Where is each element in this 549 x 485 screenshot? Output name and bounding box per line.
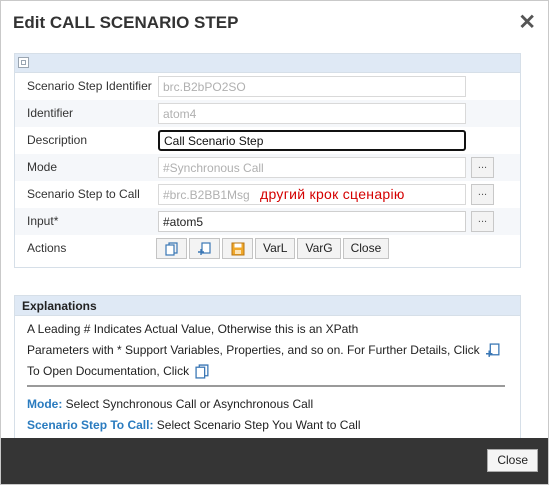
save-icon bbox=[231, 242, 244, 255]
dialog-footer: Close bbox=[1, 438, 548, 484]
explanation-line-3-text: To Open Documentation, Click bbox=[27, 364, 190, 378]
input-field[interactable] bbox=[158, 211, 466, 232]
row-mode: Mode ... bbox=[15, 154, 520, 181]
explanation-line-2-text: Parameters with * Support Variables, Pro… bbox=[27, 343, 480, 357]
footer-close-button[interactable]: Close bbox=[487, 449, 538, 472]
scenario-step-identifier-label: Scenario Step Identifier bbox=[27, 79, 152, 93]
add-copy-icon bbox=[197, 241, 211, 255]
copy-icon bbox=[164, 241, 178, 256]
edit-dialog: Edit CALL SCENARIO STEP ✕ Scenario Step … bbox=[0, 0, 549, 485]
mode-label: Mode bbox=[27, 160, 58, 174]
dialog-titlebar: Edit CALL SCENARIO STEP ✕ bbox=[1, 1, 548, 45]
row-actions: Actions VarL VarG Close bbox=[15, 235, 520, 262]
dialog-content: Scenario Step Identifier Identifier Desc… bbox=[1, 45, 548, 438]
form-panel-header bbox=[15, 54, 520, 73]
scenario-step-keyword: Scenario Step To Call: bbox=[27, 418, 154, 432]
explanations-panel: Explanations A Leading # Indicates Actua… bbox=[14, 295, 521, 438]
mode-picker-button[interactable]: ... bbox=[471, 157, 494, 178]
row-description: Description bbox=[15, 127, 520, 154]
input-picker-button[interactable]: ... bbox=[471, 211, 494, 232]
mode-keyword: Mode: bbox=[27, 397, 63, 411]
row-identifier: Identifier bbox=[15, 100, 520, 127]
close-icon[interactable]: ✕ bbox=[518, 11, 536, 35]
save-button[interactable] bbox=[222, 238, 253, 259]
mode-explanation: Mode: Select Synchronous Call or Asynchr… bbox=[27, 397, 313, 411]
copy-button[interactable] bbox=[156, 238, 187, 259]
collapse-toggle-icon[interactable] bbox=[18, 57, 29, 68]
form-panel: Scenario Step Identifier Identifier Desc… bbox=[14, 53, 521, 268]
explanation-line-3: To Open Documentation, Click bbox=[27, 364, 210, 379]
mode-field bbox=[158, 157, 466, 178]
actions-close-button[interactable]: Close bbox=[342, 238, 390, 259]
scenario-step-picker-button[interactable]: ... bbox=[471, 184, 494, 205]
input-label: Input* bbox=[27, 214, 59, 228]
identifier-field bbox=[158, 103, 466, 124]
scenario-step-identifier-field bbox=[158, 76, 466, 97]
explanations-heading: Explanations bbox=[15, 296, 520, 316]
mode-explanation-text: Select Synchronous Call or Asynchronous … bbox=[62, 397, 314, 411]
row-scenario-step-identifier: Scenario Step Identifier bbox=[15, 73, 520, 100]
documentation-link-icon[interactable] bbox=[485, 343, 501, 358]
varg-button[interactable]: VarG bbox=[297, 238, 341, 259]
dialog-title: Edit CALL SCENARIO STEP bbox=[13, 13, 239, 32]
handwritten-annotation: другий крок сценарію bbox=[260, 186, 405, 202]
scenario-step-explanation-text: Select Scenario Step You Want to Call bbox=[153, 418, 361, 432]
identifier-label: Identifier bbox=[27, 106, 74, 120]
description-field[interactable] bbox=[158, 130, 466, 151]
varl-button[interactable]: VarL bbox=[255, 238, 296, 259]
actions-label: Actions bbox=[27, 241, 67, 255]
description-label: Description bbox=[27, 133, 88, 147]
scenario-step-to-call-label: Scenario Step to Call bbox=[27, 187, 140, 201]
explanation-line-1: A Leading # Indicates Actual Value, Othe… bbox=[27, 322, 359, 336]
scenario-step-explanation: Scenario Step To Call: Select Scenario S… bbox=[27, 418, 360, 432]
add-copy-button[interactable] bbox=[189, 238, 220, 259]
actions-toolbar: VarL VarG Close bbox=[156, 238, 390, 259]
open-documentation-icon[interactable] bbox=[195, 364, 210, 379]
explanation-line-2: Parameters with * Support Variables, Pro… bbox=[27, 343, 501, 358]
row-input: Input* ... bbox=[15, 208, 520, 235]
explanations-divider bbox=[27, 385, 505, 387]
row-scenario-step-to-call: Scenario Step to Call другий крок сценар… bbox=[15, 181, 520, 208]
